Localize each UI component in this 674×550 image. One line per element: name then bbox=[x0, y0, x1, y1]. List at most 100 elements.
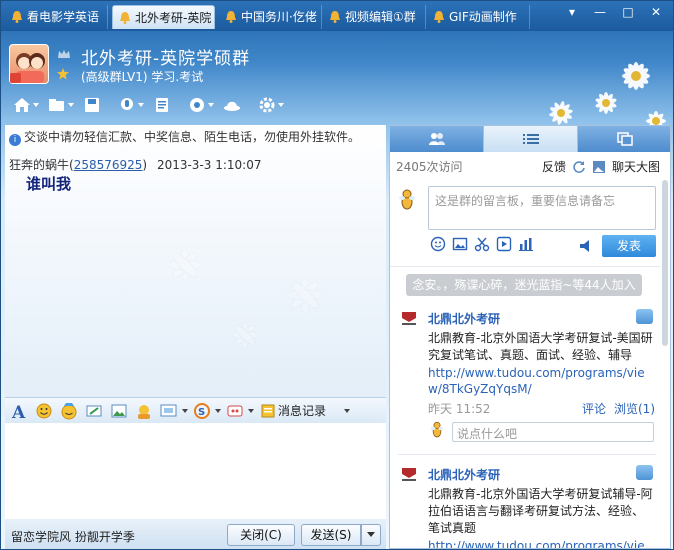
bell-icon bbox=[120, 12, 130, 24]
font-button[interactable]: A bbox=[9, 401, 31, 423]
post-avatar[interactable] bbox=[398, 464, 420, 486]
tab-label: 北外考研-英院 bbox=[135, 11, 212, 25]
message-input[interactable] bbox=[5, 423, 386, 519]
shake-button[interactable] bbox=[225, 401, 255, 421]
message-header: 狂奔的蜗牛(258576925) 2013-3-3 1:10:07 bbox=[9, 158, 262, 172]
tab-label: 中国务川·仡佬 bbox=[241, 10, 317, 24]
maximize-button[interactable]: □ bbox=[615, 3, 641, 21]
home-button[interactable] bbox=[9, 95, 39, 117]
menu-button[interactable]: ▾ bbox=[559, 3, 585, 21]
dropdown-caret bbox=[248, 408, 254, 413]
bee-avatar bbox=[399, 189, 415, 210]
folder-share-icon bbox=[49, 99, 64, 111]
scrollbar[interactable] bbox=[662, 180, 668, 346]
video-icon[interactable] bbox=[496, 236, 512, 252]
magic-face-icon bbox=[61, 402, 77, 419]
tab-gif-animation[interactable]: GIF动画制作 bbox=[427, 5, 530, 29]
mic-icon bbox=[121, 98, 133, 110]
minimize-button[interactable]: — bbox=[587, 3, 613, 21]
message-sender[interactable]: 狂奔的蜗牛 bbox=[9, 158, 69, 172]
app-button[interactable] bbox=[184, 95, 214, 117]
send-button[interactable]: 发送(S) bbox=[301, 524, 361, 546]
share-folder-button[interactable] bbox=[44, 95, 74, 117]
tab-label: 视频编辑①群 bbox=[345, 10, 416, 24]
tab-movie-english[interactable]: 看电影学英语 bbox=[5, 5, 108, 29]
views-link[interactable]: 浏览(1) bbox=[614, 400, 655, 417]
comment-link[interactable]: 评论 bbox=[582, 400, 606, 417]
post-link[interactable]: http://www.tudou.com/programs/view/I bbox=[428, 538, 654, 548]
post-text: 北鼎教育-北京外国语大学考研复试辅导-阿拉伯语语言与翻译考研复试方法、经验、笔试… bbox=[428, 487, 653, 535]
music-share-button[interactable] bbox=[134, 401, 156, 421]
settings-button[interactable] bbox=[254, 95, 284, 117]
tab-members[interactable] bbox=[390, 126, 484, 152]
scissors-icon[interactable] bbox=[474, 236, 490, 252]
post-author[interactable]: 北鼎北外考研 bbox=[428, 466, 500, 483]
like-icon[interactable] bbox=[636, 465, 653, 480]
group-avatar[interactable] bbox=[9, 44, 49, 84]
board-input[interactable]: 这是群的留言板，重要信息请备忘 bbox=[428, 186, 656, 230]
bell-icon bbox=[330, 11, 340, 23]
close-button[interactable]: ✕ bbox=[643, 3, 669, 21]
members-icon bbox=[429, 133, 445, 145]
voice-button[interactable] bbox=[114, 95, 144, 117]
message-sender-qq[interactable]: 258576925 bbox=[74, 158, 143, 172]
publish-button[interactable]: 发表 bbox=[602, 235, 656, 257]
message-record-button[interactable]: 消息记录 bbox=[258, 401, 350, 421]
chat-history[interactable]: i 交谈中请勿轻信汇款、中奖信息、陌生电话，勿使用外挂软件。 狂奔的蜗牛(2585… bbox=[5, 125, 386, 397]
security-notice: i 交谈中请勿轻信汇款、中奖信息、陌生电话，勿使用外挂软件。 bbox=[9, 128, 360, 146]
emoji-button[interactable] bbox=[34, 401, 56, 421]
tab-label: 看电影学英语 bbox=[27, 10, 100, 24]
screenshot-button[interactable] bbox=[159, 401, 189, 421]
tab-board[interactable] bbox=[484, 126, 578, 152]
chevron-down-icon bbox=[367, 532, 375, 537]
svg-text:A: A bbox=[11, 403, 26, 421]
svg-text:S: S bbox=[198, 407, 205, 418]
daisy-decoration bbox=[549, 62, 666, 131]
save-button[interactable] bbox=[79, 95, 109, 117]
hat-button[interactable] bbox=[219, 95, 249, 117]
chat-big-picture-link[interactable]: 聊天大图 bbox=[612, 158, 660, 175]
reply-input[interactable]: 说点什么吧 bbox=[452, 422, 654, 442]
hat-icon bbox=[224, 101, 240, 111]
tab-album[interactable] bbox=[578, 126, 670, 152]
post-link[interactable]: http://www.tudou.com/programs/view/8TkGy… bbox=[428, 365, 654, 397]
smiley-icon[interactable] bbox=[430, 236, 446, 252]
feedback-link[interactable]: 反馈 bbox=[542, 158, 566, 175]
magic-emoji-button[interactable] bbox=[59, 401, 81, 421]
scribble-button[interactable] bbox=[84, 401, 106, 421]
divider bbox=[398, 454, 656, 455]
image-icon[interactable] bbox=[452, 236, 468, 252]
tab-label: GIF动画制作 bbox=[449, 10, 517, 24]
dropdown-caret bbox=[138, 103, 144, 107]
poll-icon[interactable] bbox=[518, 236, 534, 252]
tab-video-editing[interactable]: 视频编辑①群 bbox=[323, 5, 426, 29]
announce-icon[interactable] bbox=[578, 238, 594, 254]
file-button[interactable] bbox=[149, 95, 179, 117]
image-button[interactable] bbox=[109, 401, 131, 421]
post-author[interactable]: 北鼎北外考研 bbox=[428, 310, 500, 327]
refresh-icon[interactable] bbox=[572, 160, 586, 174]
dropdown-caret bbox=[33, 103, 39, 107]
tab-bfsu-kaoyan[interactable]: 北外考研-英院 bbox=[112, 5, 215, 29]
join-banner: 念安。，殇谍心碎，迷光蓝指~等44人加入 bbox=[406, 274, 642, 296]
chat-footer: 留恋学院风 扮靓开学季 关闭(C) 发送(S) bbox=[5, 519, 386, 549]
tab-wuchuan[interactable]: 中国务川·仡佬 bbox=[219, 5, 322, 29]
file-icon bbox=[156, 98, 168, 112]
dropdown-caret bbox=[215, 408, 221, 413]
message-time: 2013-3-3 1:10:07 bbox=[156, 158, 262, 172]
sogou-button[interactable]: S bbox=[192, 401, 222, 421]
post-avatar[interactable] bbox=[398, 308, 420, 330]
hat-person-icon bbox=[138, 404, 150, 419]
close-chat-button[interactable]: 关闭(C) bbox=[227, 524, 295, 546]
tab-bar: 看电影学英语 北外考研-英院 中国务川·仡佬 视频编辑①群 GIF动画制作 ▾ … bbox=[1, 1, 673, 31]
screenshot-icon bbox=[160, 404, 177, 416]
font-icon: A bbox=[11, 403, 26, 423]
send-options-button[interactable] bbox=[361, 524, 381, 546]
visit-count: 2405次访问 bbox=[396, 160, 463, 174]
like-icon[interactable] bbox=[636, 309, 653, 324]
home-icon bbox=[14, 98, 30, 112]
info-icon: i bbox=[9, 134, 21, 146]
group-signature[interactable]: 留恋学院风 扮靓开学季 bbox=[11, 528, 135, 545]
group-subtitle: (高级群LV1) 学习.考试 bbox=[81, 70, 204, 84]
gear-icon bbox=[259, 97, 275, 113]
